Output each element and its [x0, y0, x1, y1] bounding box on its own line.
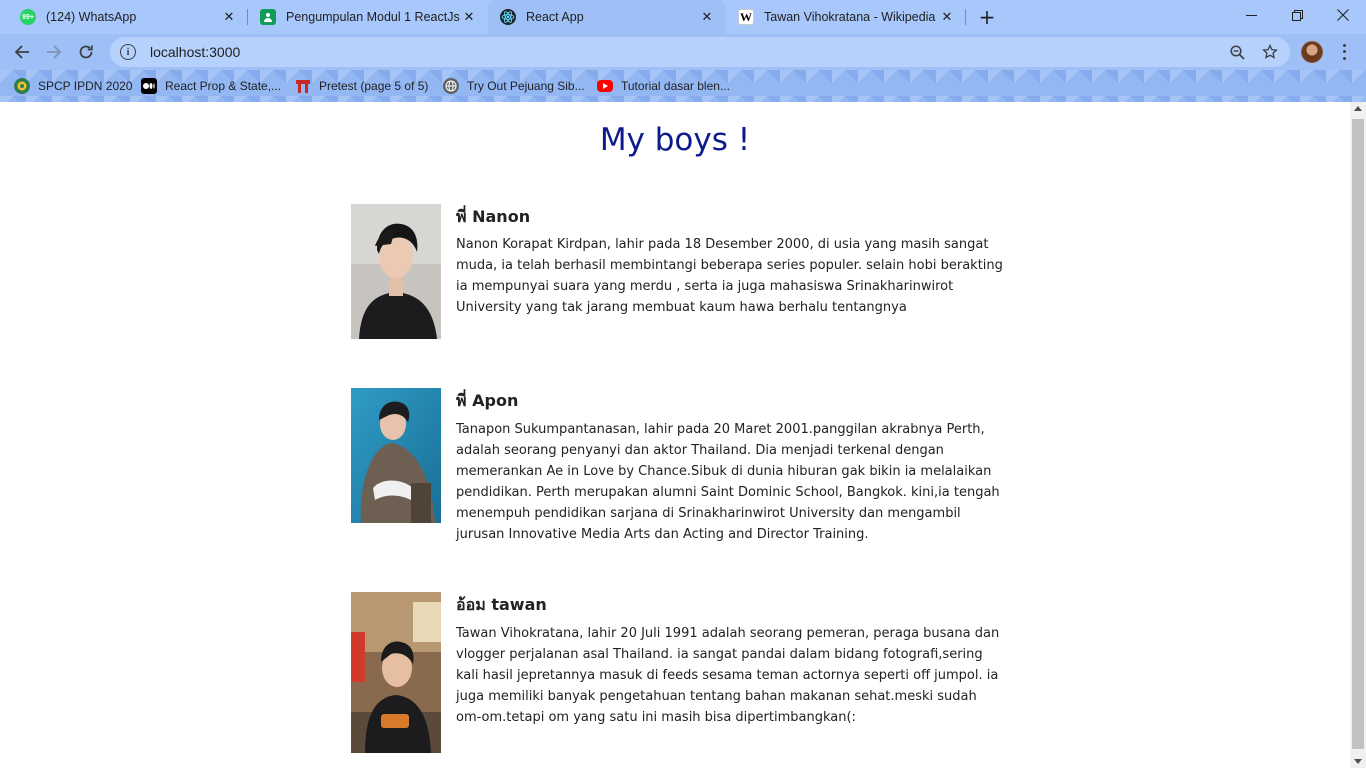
scroll-down-arrow-icon[interactable] — [1354, 759, 1362, 764]
tab-label: Tawan Vihokratana - Wikipedia b — [764, 10, 938, 24]
close-window-icon[interactable] — [1320, 0, 1366, 30]
bookmark-try-out[interactable]: Try Out Pejuang Sib... — [443, 76, 585, 96]
youtube-icon — [597, 80, 613, 92]
profile-photo — [351, 592, 441, 753]
reload-icon — [79, 45, 93, 59]
close-tab-icon[interactable]: ✕ — [460, 8, 478, 26]
address-url[interactable]: localhost:3000 — [150, 44, 240, 60]
profile-name: พี่ Nanon — [456, 207, 531, 226]
medium-icon — [141, 78, 157, 94]
page-scrollbar[interactable] — [1350, 102, 1366, 768]
scrollbar-thumb[interactable] — [1352, 119, 1364, 749]
globe-icon — [443, 78, 459, 94]
bookmark-pretest[interactable]: Pretest (page 5 of 5) — [295, 76, 428, 96]
tab-strip: 99+ (124) WhatsApp ✕ Pengumpulan Modul 1… — [0, 0, 1366, 34]
minimize-icon[interactable] — [1228, 0, 1274, 30]
restore-icon[interactable] — [1274, 0, 1320, 30]
forward-button[interactable] — [41, 39, 67, 65]
tab-pengumpulan[interactable]: Pengumpulan Modul 1 ReactJs ✕ — [248, 0, 488, 34]
bookmark-label: React Prop & State,... — [165, 79, 282, 93]
ipdn-icon — [14, 78, 30, 94]
browser-toolbar: i localhost:3000 — [0, 34, 1366, 70]
tab-label: React App — [526, 10, 584, 24]
profile-description: Tanapon Sukumpantanasan, lahir pada 20 M… — [456, 422, 1000, 542]
new-tab-button[interactable]: + — [976, 5, 998, 29]
reload-button[interactable] — [73, 39, 99, 65]
tab-whatsapp[interactable]: 99+ (124) WhatsApp ✕ — [8, 0, 248, 34]
bookmarks-bar: SPCP IPDN 2020 React Prop & State,... Pr… — [0, 70, 1366, 102]
page-title: My boys ! — [599, 122, 751, 158]
pretest-icon — [295, 78, 311, 94]
back-button[interactable] — [9, 39, 35, 65]
profile-name: พี่ Apon — [456, 391, 519, 410]
tab-wikipedia[interactable]: W Tawan Vihokratana - Wikipedia b ✕ — [726, 0, 966, 34]
profile-description: Tawan Vihokratana, lahir 20 Juli 1991 ad… — [456, 626, 1000, 725]
bookmark-label: Pretest (page 5 of 5) — [319, 79, 429, 93]
close-tab-icon[interactable]: ✕ — [938, 8, 956, 26]
tab-label: (124) WhatsApp — [46, 10, 137, 24]
tab-label: Pengumpulan Modul 1 ReactJs — [286, 10, 460, 24]
menu-kebab-icon[interactable] — [1336, 42, 1352, 62]
close-tab-icon[interactable]: ✕ — [698, 8, 716, 26]
tab-react-app[interactable]: React App ✕ — [488, 0, 726, 34]
whatsapp-icon: 99+ — [20, 9, 36, 25]
bookmark-star-icon[interactable] — [1262, 37, 1278, 67]
profile-photo — [351, 204, 441, 339]
bookmark-label: Tutorial dasar blen... — [621, 79, 730, 93]
profile-photo — [351, 388, 441, 523]
profile-avatar[interactable] — [1301, 41, 1323, 63]
zoom-icon[interactable] — [1230, 37, 1245, 67]
profile-name: อ้อม tawan — [456, 595, 547, 614]
tab-separator — [965, 9, 966, 25]
profile-description: Nanon Korapat Kirdpan, lahir pada 18 Des… — [456, 237, 1003, 315]
page-viewport: My boys ! พี่ Nanon Nanon Korapat Kirdpa… — [0, 102, 1350, 768]
close-tab-icon[interactable]: ✕ — [220, 8, 238, 26]
bookmark-label: SPCP IPDN 2020 — [38, 79, 133, 93]
google-classroom-icon — [260, 9, 276, 25]
bookmark-react-prop-state[interactable]: React Prop & State,... — [141, 76, 281, 96]
arrow-right-icon — [47, 45, 62, 59]
wikipedia-icon: W — [738, 9, 754, 25]
bookmark-tutorial-blender[interactable]: Tutorial dasar blen... — [597, 76, 730, 96]
bookmark-label: Try Out Pejuang Sib... — [467, 79, 585, 93]
arrow-left-icon — [14, 45, 29, 59]
react-icon — [500, 9, 516, 25]
site-info-icon[interactable]: i — [120, 44, 136, 60]
address-bar[interactable]: i localhost:3000 — [110, 37, 1290, 67]
scroll-up-arrow-icon[interactable] — [1354, 106, 1362, 111]
bookmark-spcp-ipdn[interactable]: SPCP IPDN 2020 — [14, 76, 133, 96]
